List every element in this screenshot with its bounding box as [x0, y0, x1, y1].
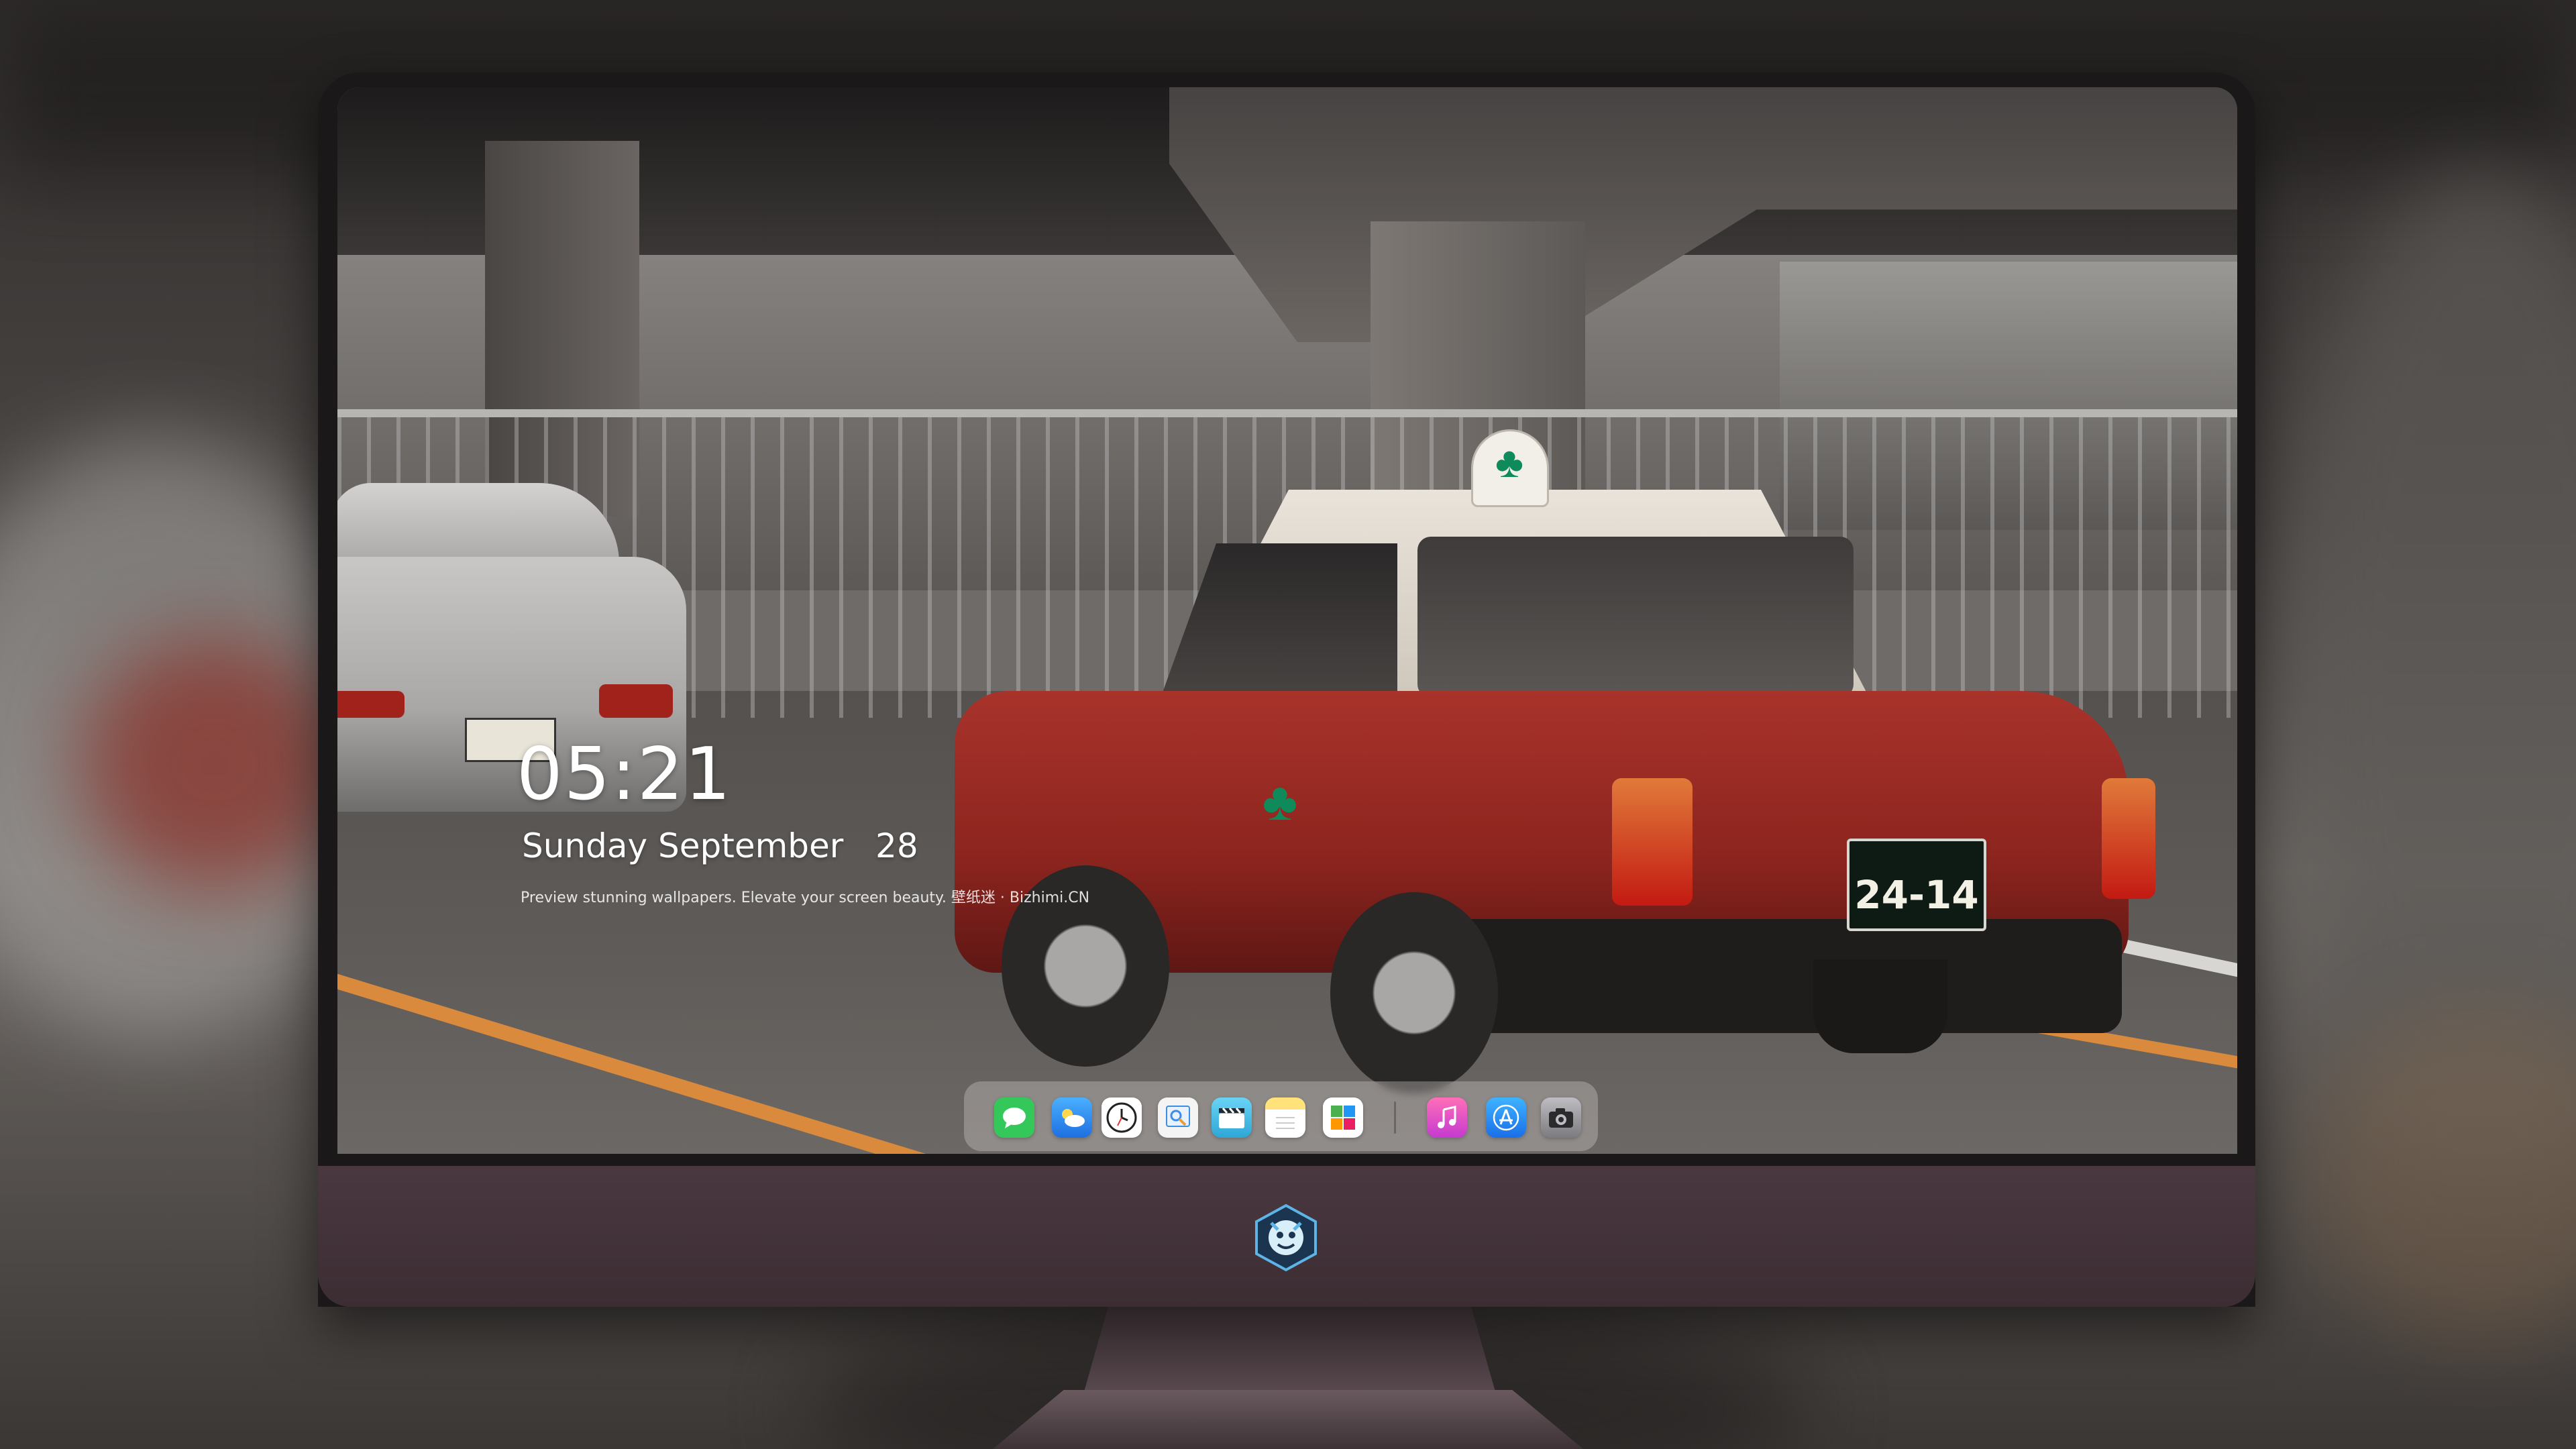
monitor-stand-neck: [1083, 1307, 1496, 1394]
video-icon[interactable]: [1212, 1097, 1252, 1138]
music-icon[interactable]: [1427, 1097, 1467, 1138]
license-plate: 24-14: [1847, 839, 1986, 931]
taxi-roof-sign: ♣: [1471, 429, 1549, 507]
clock-icon[interactable]: [1102, 1097, 1142, 1138]
dock-separator: [1394, 1102, 1396, 1134]
brand-logo-icon: [1249, 1201, 1323, 1275]
lock-screen-date: Sunday September 28: [522, 826, 918, 865]
app-store-icon[interactable]: [1486, 1097, 1526, 1138]
weather-icon[interactable]: [1052, 1097, 1092, 1138]
lock-screen-time: 05:21: [517, 733, 733, 816]
lock-screen-tagline: Preview stunning wallpapers. Elevate you…: [521, 890, 1090, 906]
license-plate-number: 24-14: [1854, 872, 1979, 918]
photos-icon[interactable]: [1323, 1097, 1363, 1138]
wallpaper: ♣ ♣ 24-14: [337, 87, 2237, 1154]
messages-icon[interactable]: [994, 1097, 1034, 1138]
preview-icon[interactable]: [1158, 1097, 1198, 1138]
monitor-stand-base: [993, 1390, 1583, 1449]
notes-icon[interactable]: [1265, 1097, 1305, 1138]
lock-screen[interactable]: ♣ ♣ 24-14: [337, 87, 2237, 1154]
silver-car: [337, 463, 700, 879]
camera-icon[interactable]: [1541, 1097, 1581, 1138]
taxi: ♣ ♣ 24-14: [901, 429, 2176, 1114]
